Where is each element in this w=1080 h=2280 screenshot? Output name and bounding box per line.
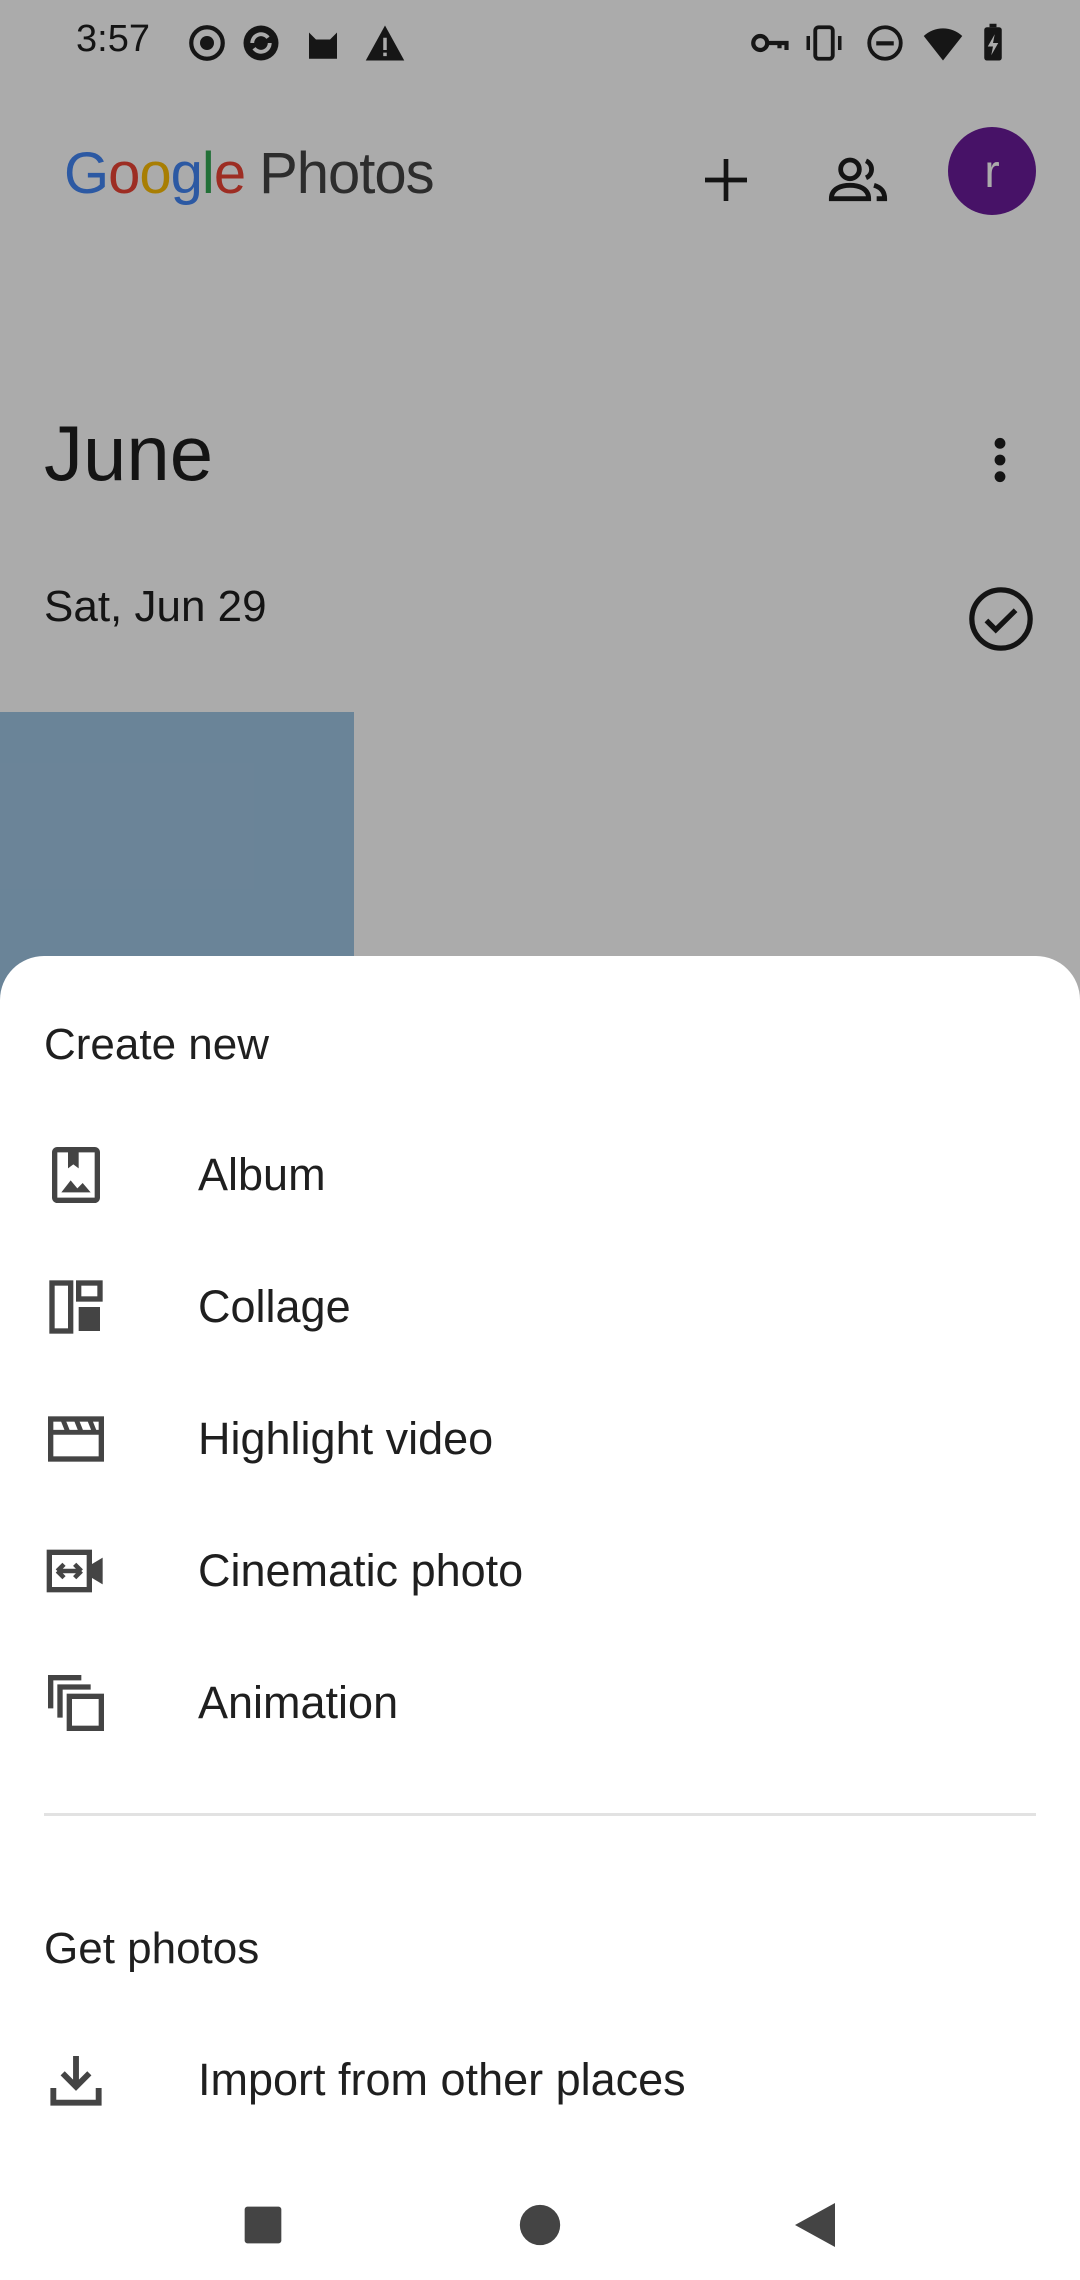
create-new-title: Create new bbox=[44, 1020, 270, 1069]
collage-icon bbox=[49, 1280, 103, 1334]
download-icon bbox=[50, 2056, 102, 2106]
recents-button[interactable] bbox=[228, 2190, 298, 2260]
item-label: Cinematic photo bbox=[198, 1545, 524, 1596]
import-from-other-places-item[interactable]: Import from other places bbox=[0, 2014, 1080, 2146]
section-divider bbox=[44, 1813, 1036, 1816]
create-collage-item[interactable]: Collage bbox=[0, 1241, 1080, 1373]
create-cinematic-photo-item[interactable]: Cinematic photo bbox=[0, 1505, 1080, 1637]
highlight-video-icon bbox=[48, 1416, 104, 1462]
item-label: Album bbox=[198, 1149, 326, 1200]
animation-icon bbox=[48, 1675, 104, 1731]
create-bottom-sheet: Create new Album Collage Highlight video… bbox=[0, 956, 1080, 2280]
item-label: Highlight video bbox=[198, 1413, 494, 1464]
circle-icon bbox=[519, 2204, 561, 2246]
back-button[interactable] bbox=[780, 2190, 850, 2260]
create-album-item[interactable]: Album bbox=[0, 1109, 1080, 1241]
item-label: Collage bbox=[198, 1281, 351, 1332]
square-icon bbox=[244, 2206, 282, 2244]
get-photos-title: Get photos bbox=[44, 1924, 260, 1973]
create-animation-item[interactable]: Animation bbox=[0, 1637, 1080, 1769]
cinematic-photo-icon bbox=[46, 1549, 103, 1593]
home-button[interactable] bbox=[505, 2190, 575, 2260]
item-label: Animation bbox=[198, 1677, 399, 1728]
create-highlight-video-item[interactable]: Highlight video bbox=[0, 1373, 1080, 1505]
system-navigation-bar bbox=[0, 2160, 1080, 2280]
album-icon bbox=[52, 1147, 100, 1203]
item-label: Import from other places bbox=[198, 2054, 686, 2105]
triangle-back-icon bbox=[795, 2203, 835, 2247]
